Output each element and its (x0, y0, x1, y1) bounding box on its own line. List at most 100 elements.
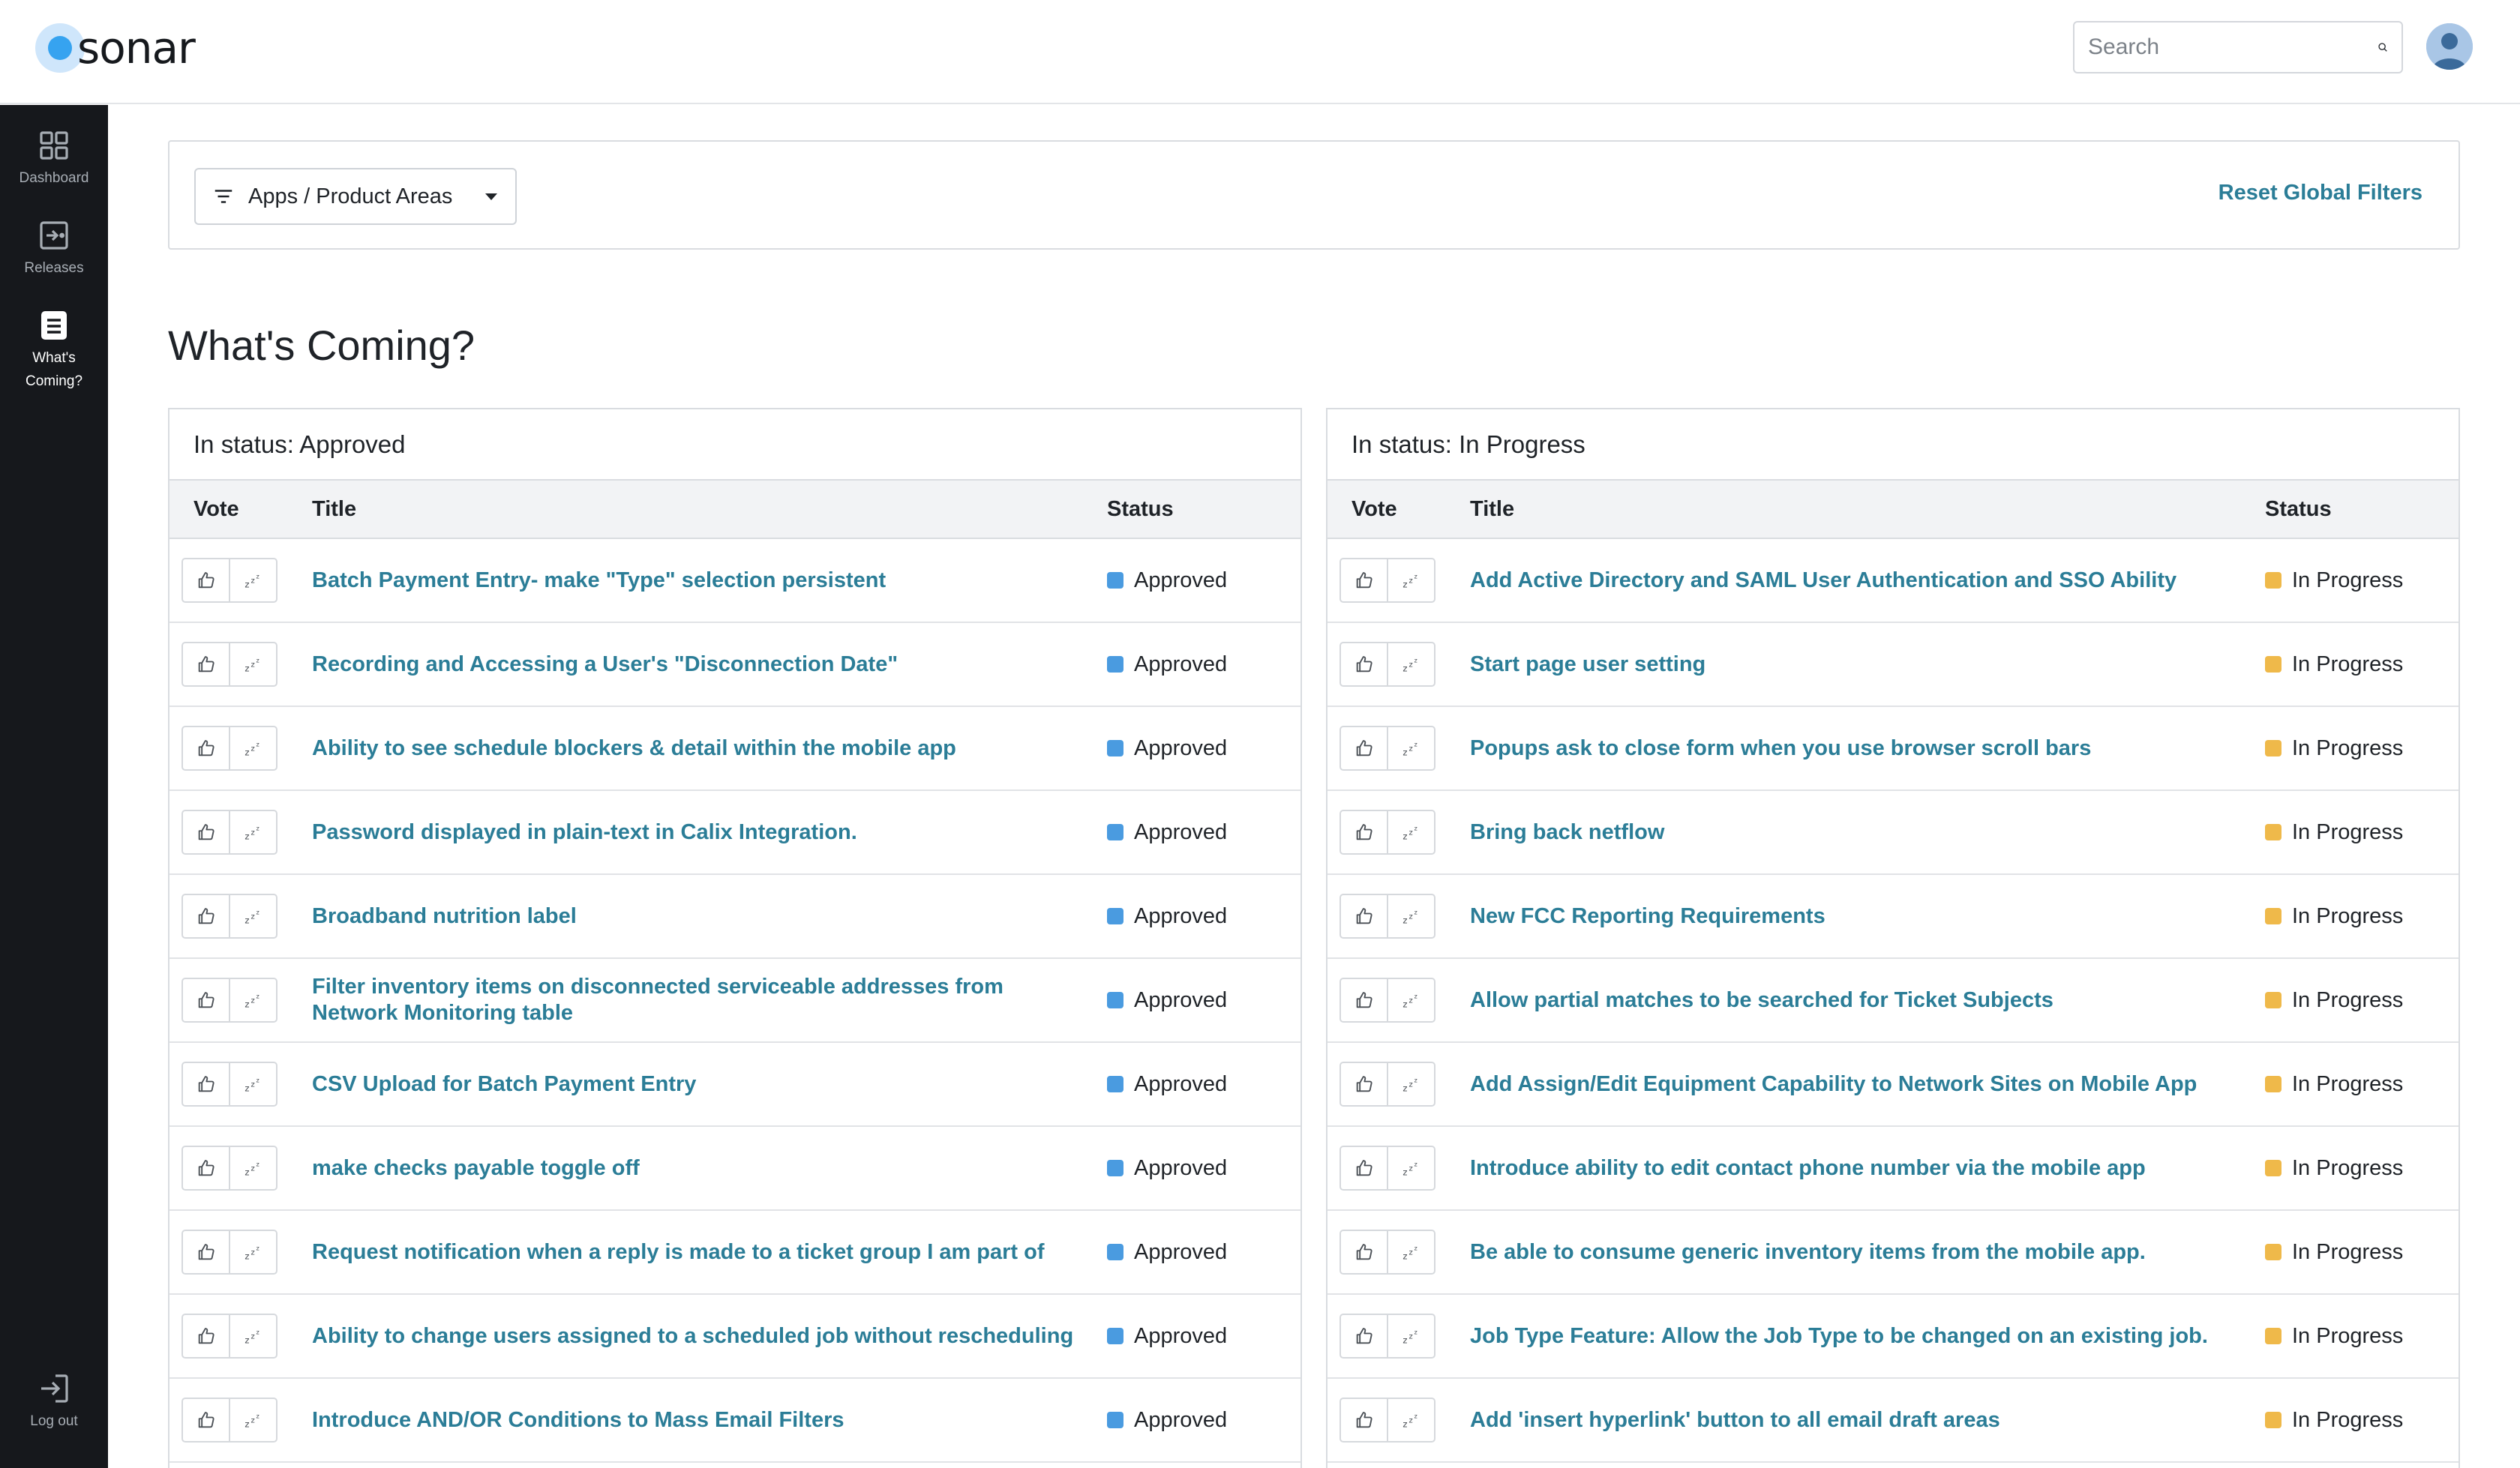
snooze-button[interactable]: z z z (229, 1231, 276, 1273)
feature-title-link[interactable]: make checks payable toggle off (312, 1155, 1107, 1182)
feature-title-link[interactable]: Job Type Feature: Allow the Job Type to … (1470, 1323, 2265, 1350)
search-icon[interactable] (2378, 34, 2388, 60)
feature-title-link[interactable]: CSV Upload for Batch Payment Entry (312, 1071, 1107, 1098)
table-header: Vote Title Status (170, 481, 1300, 539)
snooze-button[interactable]: z z z (1387, 559, 1434, 601)
snooze-button[interactable]: z z z (229, 979, 276, 1021)
svg-text:z: z (250, 1081, 254, 1089)
snooze-button[interactable]: z z z (229, 1315, 276, 1357)
snooze-button[interactable]: z z z (229, 1063, 276, 1105)
upvote-button[interactable] (183, 1147, 229, 1189)
feature-title-link[interactable]: Start page user setting (1470, 652, 2265, 678)
svg-text:z: z (1408, 1165, 1412, 1173)
snooze-button[interactable]: z z z (1387, 643, 1434, 685)
feature-title-link[interactable]: Filter inventory items on disconnected s… (312, 974, 1107, 1026)
snooze-zzz-icon: z z z (1402, 657, 1417, 674)
upvote-button[interactable] (1341, 811, 1387, 853)
apps-product-areas-dropdown[interactable]: Apps / Product Areas (194, 168, 517, 225)
logo-text: sonar (77, 22, 196, 73)
feature-title-link[interactable]: Password displayed in plain-text in Cali… (312, 819, 1107, 846)
snooze-button[interactable]: z z z (1387, 1315, 1434, 1357)
upvote-button[interactable] (183, 1399, 229, 1441)
feature-title-link[interactable]: Be able to consume generic inventory ite… (1470, 1239, 2265, 1266)
status-text: In Progress (2292, 1071, 2404, 1096)
snooze-button[interactable]: z z z (1387, 979, 1434, 1021)
feature-title-link[interactable]: New FCC Reporting Requirements (1470, 903, 2265, 930)
svg-text:z: z (1408, 913, 1412, 921)
snooze-button[interactable]: z z z (229, 895, 276, 937)
upvote-button[interactable] (183, 559, 229, 601)
svg-text:z: z (1402, 1083, 1407, 1093)
feature-title-link[interactable]: Introduce AND/OR Conditions to Mass Emai… (312, 1407, 1107, 1434)
table-row: z z z New FCC Reporting Requirements In … (1328, 875, 2458, 959)
feature-title-link[interactable]: Request notification when a reply is mad… (312, 1239, 1107, 1266)
snooze-button[interactable]: z z z (229, 1147, 276, 1189)
sidebar-item-whats-coming[interactable]: What's Coming? (0, 307, 108, 393)
upvote-button[interactable] (1341, 1063, 1387, 1105)
snooze-button[interactable]: z z z (1387, 727, 1434, 769)
snooze-button[interactable]: z z z (1387, 1399, 1434, 1441)
thumbs-up-icon (1356, 656, 1372, 673)
upvote-button[interactable] (1341, 1147, 1387, 1189)
svg-text:z: z (1408, 1417, 1412, 1425)
upvote-button[interactable] (183, 1315, 229, 1357)
status-dot-icon (1107, 1160, 1124, 1176)
snooze-button[interactable]: z z z (1387, 895, 1434, 937)
reset-global-filters-link[interactable]: Reset Global Filters (2218, 181, 2422, 205)
upvote-button[interactable] (1341, 727, 1387, 769)
snooze-button[interactable]: z z z (229, 1399, 276, 1441)
feature-title-link[interactable]: Broadband nutrition label (312, 903, 1107, 930)
svg-text:z: z (256, 1077, 259, 1084)
user-avatar[interactable] (2426, 23, 2473, 70)
logout-button[interactable]: Log out (0, 1371, 108, 1433)
feature-title-link[interactable]: Add Active Directory and SAML User Authe… (1470, 568, 2265, 594)
sidebar-item-releases[interactable]: Releases (0, 217, 108, 280)
vote-cell: z z z (1328, 1230, 1470, 1275)
sidebar-item-dashboard[interactable]: Dashboard (0, 127, 108, 190)
feature-title-link[interactable]: Introduce ability to edit contact phone … (1470, 1155, 2265, 1182)
snooze-button[interactable]: z z z (1387, 1231, 1434, 1273)
feature-title-link[interactable]: Bring back netflow (1470, 819, 2265, 846)
feature-title-link[interactable]: Add Assign/Edit Equipment Capability to … (1470, 1071, 2265, 1098)
upvote-button[interactable] (1341, 1315, 1387, 1357)
upvote-button[interactable] (1341, 643, 1387, 685)
upvote-button[interactable] (1341, 559, 1387, 601)
snooze-button[interactable]: z z z (229, 643, 276, 685)
status-badge: Approved (1107, 988, 1300, 1013)
snooze-button[interactable]: z z z (229, 811, 276, 853)
upvote-button[interactable] (183, 895, 229, 937)
search-input[interactable] (2088, 34, 2378, 60)
snooze-button[interactable]: z z z (1387, 1147, 1434, 1189)
upvote-button[interactable] (183, 643, 229, 685)
snooze-button[interactable]: z z z (229, 559, 276, 601)
feature-title-link[interactable]: Recording and Accessing a User's "Discon… (312, 652, 1107, 678)
snooze-button[interactable]: z z z (1387, 1063, 1434, 1105)
status-badge: In Progress (2265, 652, 2458, 677)
upvote-button[interactable] (1341, 895, 1387, 937)
feature-title-link[interactable]: Popups ask to close form when you use br… (1470, 735, 2265, 762)
thumbs-up-icon (198, 572, 214, 589)
upvote-button[interactable] (1341, 1399, 1387, 1441)
vote-cell: z z z (1328, 642, 1470, 687)
snooze-zzz-icon: z z z (244, 993, 259, 1010)
feature-title-link[interactable]: Ability to see schedule blockers & detai… (312, 735, 1107, 762)
upvote-button[interactable] (1341, 1231, 1387, 1273)
feature-title-link[interactable]: Ability to change users assigned to a sc… (312, 1323, 1107, 1350)
upvote-button[interactable] (183, 1231, 229, 1273)
search-box[interactable] (2073, 21, 2403, 73)
svg-text:z: z (1408, 661, 1412, 670)
feature-title-link[interactable]: Add 'insert hyperlink' button to all ema… (1470, 1407, 2265, 1434)
status-badge: In Progress (2265, 1324, 2458, 1349)
upvote-button[interactable] (183, 811, 229, 853)
snooze-button[interactable]: z z z (229, 727, 276, 769)
feature-title-link[interactable]: Batch Payment Entry- make "Type" selecti… (312, 568, 1107, 594)
upvote-button[interactable] (183, 979, 229, 1021)
sonar-logo[interactable]: sonar (35, 22, 196, 73)
upvote-button[interactable] (183, 1063, 229, 1105)
svg-text:z: z (244, 663, 249, 673)
upvote-button[interactable] (1341, 979, 1387, 1021)
svg-text:z: z (250, 1333, 254, 1341)
upvote-button[interactable] (183, 727, 229, 769)
feature-title-link[interactable]: Allow partial matches to be searched for… (1470, 987, 2265, 1014)
snooze-button[interactable]: z z z (1387, 811, 1434, 853)
